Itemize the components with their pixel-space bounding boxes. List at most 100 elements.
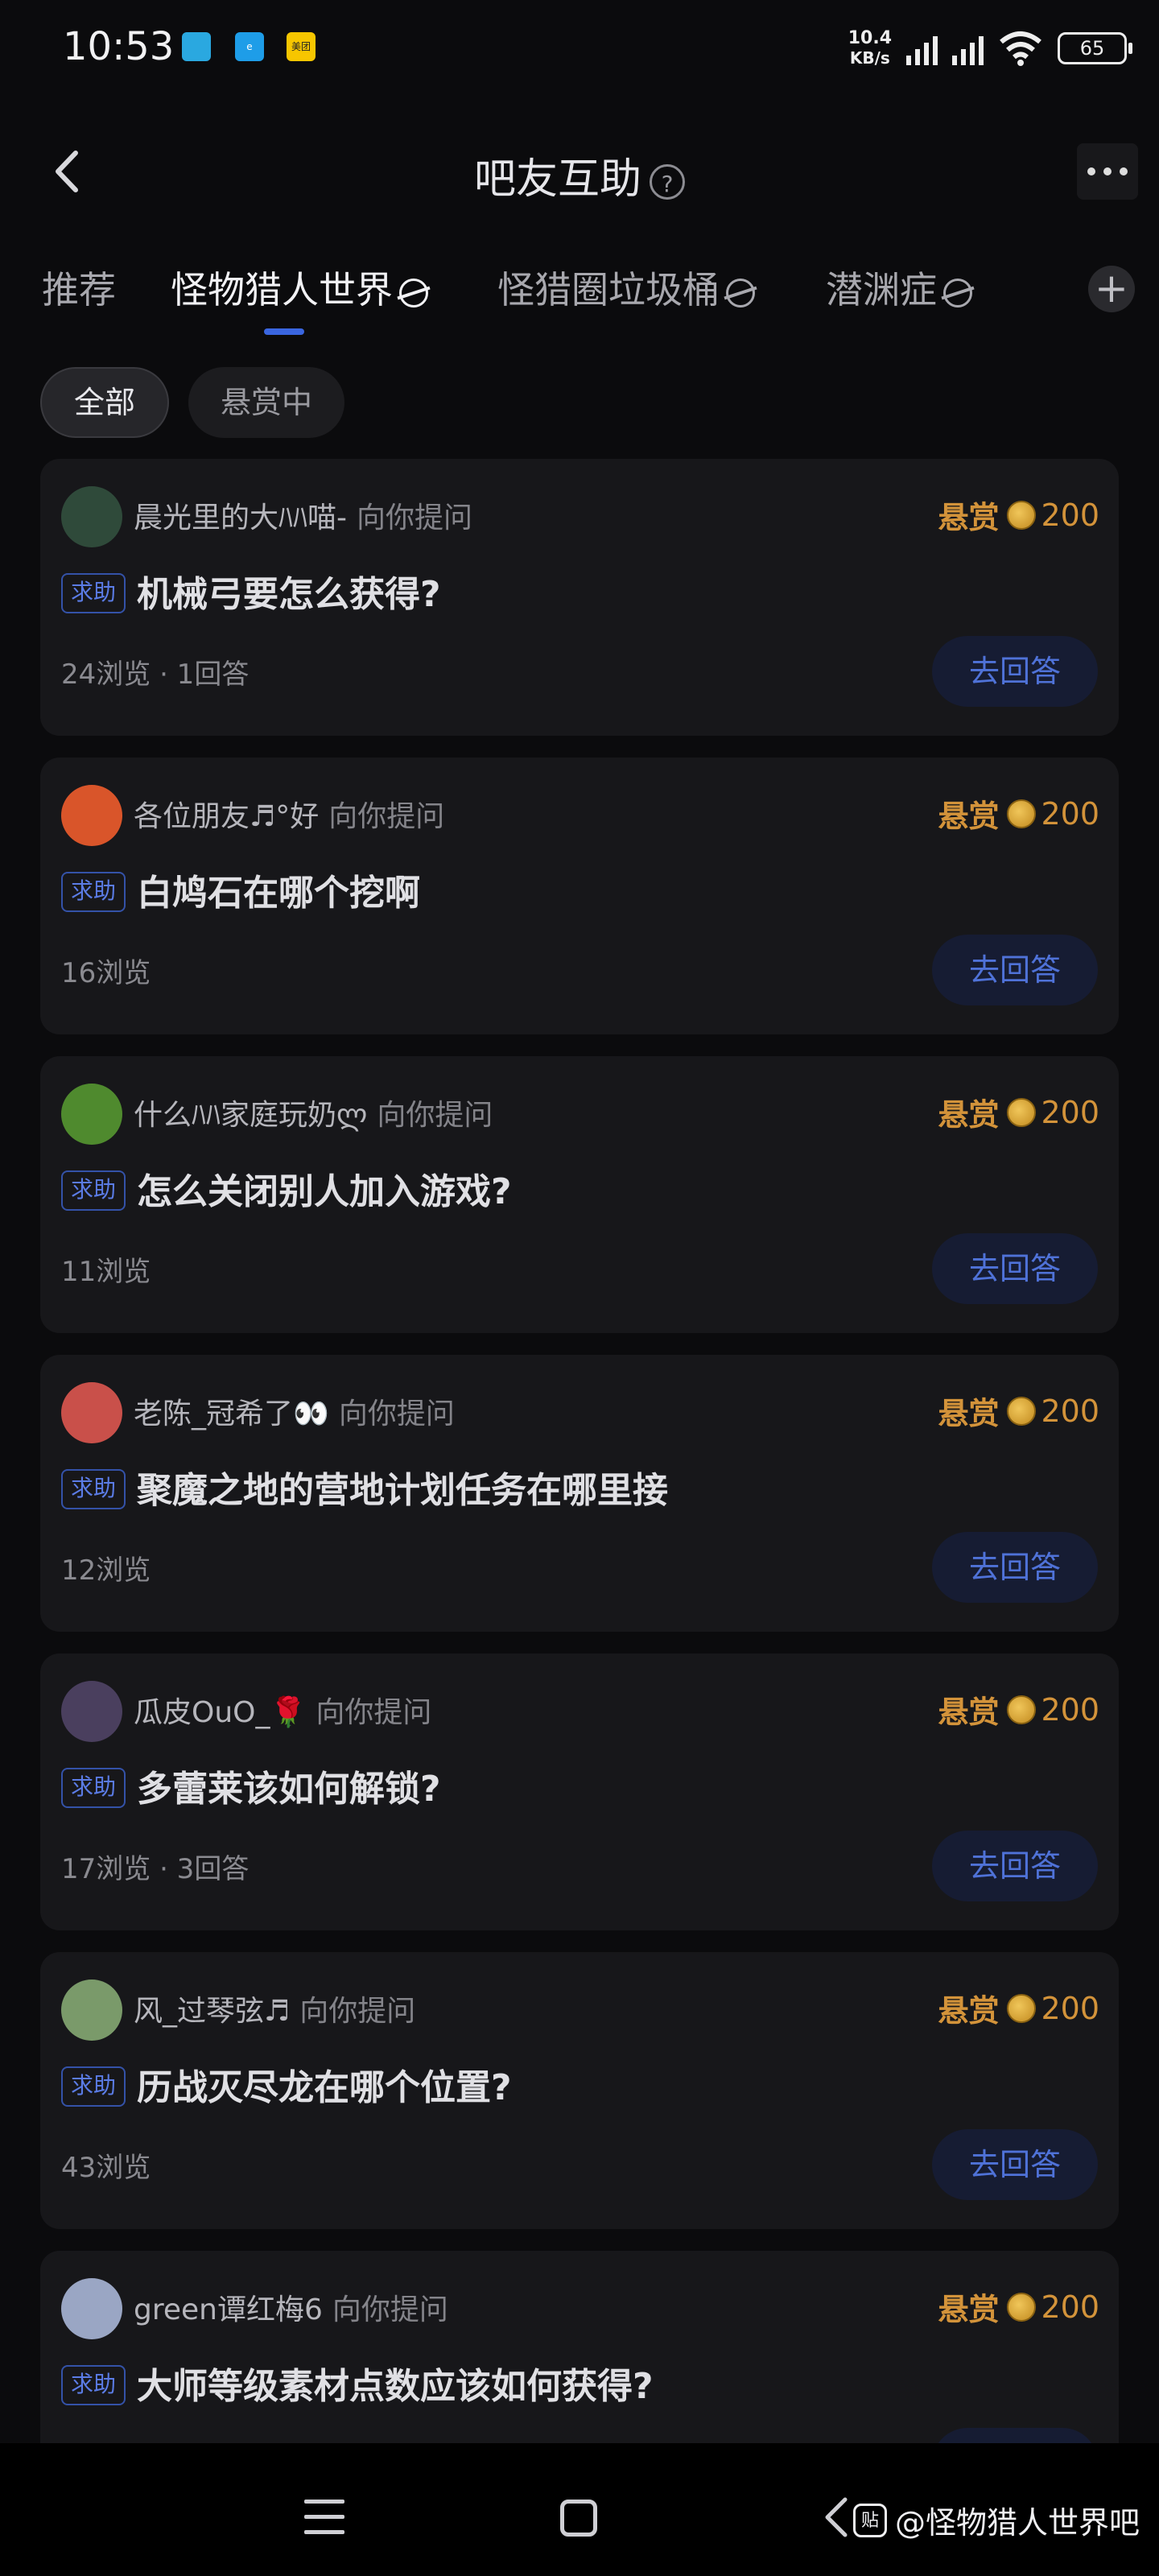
meituan-icon: 美团 [287, 32, 316, 61]
help-tag: 求助 [61, 1768, 126, 1808]
app-notification-icon: e [235, 32, 264, 61]
bounty-badge: 悬赏 200 [938, 1986, 1099, 2030]
answer-button[interactable]: 去回答 [932, 935, 1098, 1005]
question-title[interactable]: 白鸠石在哪个挖啊 [137, 864, 420, 915]
author-line: 风_过琴弦♬ 向你提问 [134, 1988, 415, 2029]
coin-icon [1007, 1396, 1037, 1426]
signal-icon [952, 31, 984, 65]
question-stats: 43浏览 [61, 2152, 151, 2184]
author-name[interactable]: green谭红梅6 [134, 2293, 323, 2326]
top-nav-bar: 吧友互助? [0, 129, 1159, 217]
author-name[interactable]: 瓜皮OuO_🌹 [134, 1696, 306, 1729]
question-card[interactable]: 老陈_冠希了👀 向你提问 悬赏 200 求助 聚魔之地的营地计划任务在哪里接 12… [40, 1355, 1119, 1632]
asks-you-label: 向你提问 [299, 1995, 416, 2028]
question-card[interactable]: 什么ﾊﾊ家庭玩奶ლ 向你提问 悬赏 200 求助 怎么关闭别人加入游戏? 11浏览… [40, 1056, 1119, 1333]
question-card[interactable]: 晨光里的大ﾊﾊ喵- 向你提问 悬赏 200 求助 机械弓要怎么获得? 24浏览 ·… [40, 459, 1119, 736]
question-title[interactable]: 怎么关闭别人加入游戏? [137, 1162, 512, 1214]
system-back-icon[interactable] [816, 2493, 856, 2541]
question-card[interactable]: 风_过琴弦♬ 向你提问 悬赏 200 求助 历战灭尽龙在哪个位置? 43浏览 去回… [40, 1952, 1119, 2229]
answer-button[interactable]: 去回答 [932, 2129, 1098, 2200]
bounty-badge: 悬赏 200 [938, 1389, 1099, 1433]
wifi-icon [1000, 31, 1041, 66]
bounty-label: 悬赏 [938, 799, 1000, 834]
question-card[interactable]: 各位朋友♬°好 向你提问 悬赏 200 求助 白鸠石在哪个挖啊 16浏览 去回答 [40, 758, 1119, 1034]
question-title[interactable]: 聚魔之地的营地计划任务在哪里接 [137, 1461, 668, 1513]
tab-monster-hunter-world[interactable]: 怪物猎人世界 [171, 261, 428, 314]
tab-barotrauma[interactable]: 潜渊症 [826, 261, 972, 314]
tab-mh-trash-bin[interactable]: 怪猎圈垃圾桶 [497, 261, 755, 314]
asks-you-label: 向你提问 [328, 800, 445, 833]
help-tag: 求助 [61, 2066, 126, 2107]
question-title[interactable]: 大师等级素材点数应该如何获得? [137, 2357, 654, 2409]
bounty-badge: 悬赏 200 [938, 493, 1099, 537]
coin-icon [1007, 500, 1037, 530]
forum-tabs: 推荐 怪物猎人世界 怪猎圈垃圾桶 潜渊症 + [0, 250, 1159, 338]
filter-all-chip[interactable]: 全部 [40, 367, 170, 438]
answer-button[interactable]: 去回答 [932, 1532, 1098, 1603]
question-stats: 17浏览 · 3回答 [61, 1853, 250, 1885]
question-title[interactable]: 机械弓要怎么获得? [137, 565, 441, 617]
author-name[interactable]: 什么ﾊﾊ家庭玩奶ლ [134, 1099, 367, 1132]
question-stats: 11浏览 [61, 1256, 151, 1288]
bounty-badge: 悬赏 200 [938, 2285, 1099, 2329]
help-tag: 求助 [61, 1469, 126, 1509]
bounty-amount: 200 [1041, 497, 1099, 533]
answer-button[interactable]: 去回答 [932, 636, 1098, 707]
author-name[interactable]: 老陈_冠希了👀 [134, 1397, 329, 1430]
bounty-label: 悬赏 [938, 1993, 1000, 2029]
question-feed: 晨光里的大ﾊﾊ喵- 向你提问 悬赏 200 求助 机械弓要怎么获得? 24浏览 ·… [40, 459, 1119, 2549]
planet-icon [943, 278, 972, 308]
bounty-label: 悬赏 [938, 1695, 1000, 1730]
avatar[interactable] [61, 486, 122, 547]
menu-icon[interactable] [304, 2500, 344, 2535]
active-tab-indicator [264, 328, 304, 335]
author-line: green谭红梅6 向你提问 [134, 2286, 448, 2328]
avatar[interactable] [61, 1979, 122, 2041]
question-title[interactable]: 多蕾莱该如何解锁? [137, 1760, 441, 1811]
avatar[interactable] [61, 1084, 122, 1145]
help-icon[interactable]: ? [650, 164, 685, 200]
asks-you-label: 向你提问 [357, 502, 473, 535]
bounty-amount: 200 [1041, 1990, 1099, 2026]
coin-icon [1007, 1993, 1037, 2023]
status-bar: 10:53 e 美团 10.4 KB/s 65 [0, 0, 1159, 105]
help-tag: 求助 [61, 1170, 126, 1211]
author-name[interactable]: 各位朋友♬°好 [134, 800, 319, 833]
question-card[interactable]: 瓜皮OuO_🌹 向你提问 悬赏 200 求助 多蕾莱该如何解锁? 17浏览 · 3… [40, 1653, 1119, 1930]
battery-icon: 65 [1058, 32, 1132, 64]
bounty-amount: 200 [1041, 1691, 1099, 1728]
avatar[interactable] [61, 2278, 122, 2339]
bounty-badge: 悬赏 200 [938, 791, 1099, 836]
help-tag: 求助 [61, 872, 126, 912]
bounty-badge: 悬赏 200 [938, 1090, 1099, 1134]
asks-you-label: 向你提问 [338, 1397, 455, 1430]
filter-bounty-chip[interactable]: 悬赏中 [188, 367, 345, 438]
more-options-icon[interactable] [1077, 143, 1138, 200]
status-time: 10:53 [63, 24, 175, 69]
author-line: 晨光里的大ﾊﾊ喵- 向你提问 [134, 494, 472, 536]
answer-button[interactable]: 去回答 [932, 1831, 1098, 1901]
page-title: 吧友互助? [0, 145, 1159, 205]
add-tab-icon[interactable]: + [1088, 266, 1135, 312]
answer-button[interactable]: 去回答 [932, 1233, 1098, 1304]
home-icon[interactable] [560, 2500, 597, 2537]
question-stats: 16浏览 [61, 957, 151, 989]
bounty-label: 悬赏 [938, 2292, 1000, 2327]
avatar[interactable] [61, 785, 122, 846]
question-stats: 24浏览 · 1回答 [61, 658, 250, 691]
bounty-label: 悬赏 [938, 1097, 1000, 1133]
author-name[interactable]: 风_过琴弦♬ [134, 1995, 290, 2028]
asks-you-label: 向你提问 [332, 2293, 448, 2326]
planet-icon [726, 278, 755, 308]
bounty-badge: 悬赏 200 [938, 1687, 1099, 1732]
watermark-text: @怪物猎人世界吧 [894, 2505, 1140, 2541]
avatar[interactable] [61, 1382, 122, 1443]
question-stats: 12浏览 [61, 1554, 151, 1587]
author-name[interactable]: 晨光里的大ﾊﾊ喵- [134, 502, 347, 535]
bounty-amount: 200 [1041, 1393, 1099, 1429]
tieba-logo-icon: 贴 [852, 2503, 887, 2537]
tab-recommend[interactable]: 推荐 [42, 261, 116, 314]
avatar[interactable] [61, 1681, 122, 1742]
question-title[interactable]: 历战灭尽龙在哪个位置? [137, 2058, 512, 2110]
network-speed: 10.4 KB/s [848, 28, 892, 68]
